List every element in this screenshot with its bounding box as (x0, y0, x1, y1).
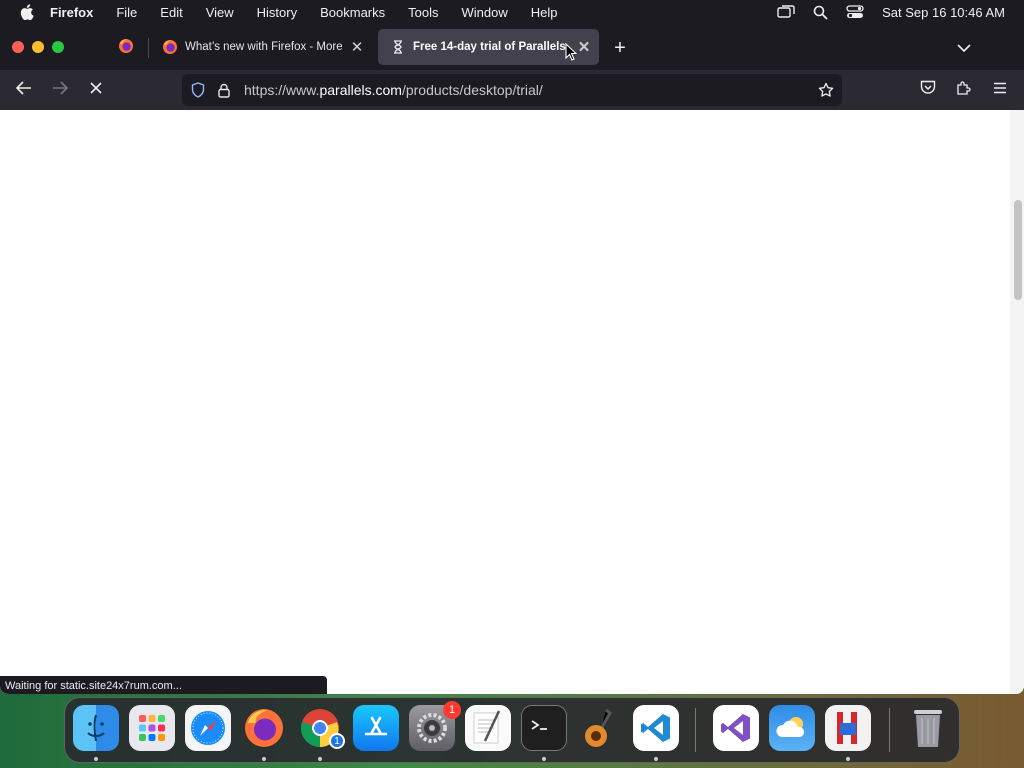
scrollbar-track[interactable] (1010, 110, 1024, 694)
hamburger-menu-icon (993, 81, 1007, 99)
parallels-icon (837, 712, 857, 744)
safari-icon (191, 711, 225, 745)
app-menu-button[interactable] (986, 78, 1014, 102)
dock-item-system-settings[interactable]: 1 (409, 701, 461, 751)
menu-history[interactable]: History (257, 5, 297, 20)
new-tab-button[interactable]: + (608, 36, 632, 60)
web-content-area[interactable] (0, 110, 1024, 694)
puzzle-piece-icon (956, 80, 972, 101)
weather-icon (776, 717, 805, 737)
menu-bar: Firefox File Edit View History Bookmarks… (0, 0, 1024, 24)
url-text[interactable]: https://www.parallels.com/products/deskt… (244, 82, 543, 98)
window-minimize-button[interactable] (32, 41, 44, 53)
terminal-icon (531, 720, 547, 730)
dock-item-terminal[interactable] (521, 705, 567, 751)
menu-bookmarks[interactable]: Bookmarks (320, 5, 385, 20)
close-icon (90, 81, 102, 99)
tab-strip: What’s new with Firefox - More ✕ Free 14… (0, 24, 1024, 70)
url-host: parallels.com (319, 82, 402, 98)
running-indicator (846, 757, 850, 761)
trash-icon (914, 710, 942, 747)
list-all-tabs-button[interactable] (952, 36, 976, 60)
screen-mirroring-icon[interactable] (777, 5, 795, 19)
arrow-right-icon (52, 80, 69, 100)
running-indicator (94, 757, 98, 761)
notification-badge: 1 (443, 701, 461, 719)
extensions-button[interactable] (950, 78, 978, 102)
plus-icon: + (614, 36, 626, 59)
tab-separator (148, 38, 149, 58)
dock-item-vscode[interactable] (633, 705, 679, 751)
menu-window[interactable]: Window (462, 5, 508, 20)
dock-separator (889, 708, 890, 752)
forward-button[interactable] (46, 78, 74, 102)
dock: 1 1 (64, 697, 960, 763)
dock-item-launchpad[interactable] (129, 705, 175, 751)
dock-item-firefox[interactable] (241, 705, 287, 751)
firefox-icon (245, 709, 283, 747)
control-center-icon[interactable] (846, 5, 864, 19)
menu-tools[interactable]: Tools (408, 5, 438, 20)
dock-item-garageband[interactable] (577, 705, 623, 751)
address-bar[interactable]: https://www.parallels.com/products/deskt… (182, 74, 842, 106)
dock-item-chrome[interactable]: 1 (297, 705, 345, 751)
tab-title: Free 14-day trial of Parallels De (413, 41, 569, 53)
visual-studio-icon (721, 714, 750, 742)
menu-app-name[interactable]: Firefox (50, 5, 93, 20)
running-indicator (654, 757, 658, 761)
dock-item-app-store[interactable] (353, 705, 399, 751)
dock-item-finder[interactable] (73, 705, 119, 751)
spotlight-search-icon[interactable] (813, 5, 828, 20)
chevron-down-icon (957, 39, 971, 57)
stop-loading-button[interactable] (82, 78, 110, 102)
close-tab-icon[interactable]: ✕ (346, 36, 368, 58)
app-store-icon (364, 716, 388, 736)
tab-whats-new-firefox[interactable]: What’s new with Firefox - More ✕ (150, 29, 372, 65)
pocket-button[interactable] (914, 78, 942, 102)
dock-item-textedit[interactable] (465, 705, 511, 751)
loading-hourglass-icon (390, 39, 406, 55)
finder-icon (87, 714, 105, 742)
menu-edit[interactable]: Edit (160, 5, 182, 20)
mouse-cursor-icon (565, 43, 577, 61)
lock-icon[interactable] (214, 80, 234, 100)
menu-view[interactable]: View (206, 5, 234, 20)
url-path: /products/desktop/trial/ (401, 82, 543, 98)
menu-help[interactable]: Help (531, 5, 558, 20)
launchpad-icon (139, 715, 165, 741)
running-indicator (262, 757, 266, 761)
firefox-icon (118, 38, 134, 59)
arrow-left-icon (15, 80, 32, 100)
dock-item-weather[interactable] (769, 705, 815, 751)
dock-item-visual-studio[interactable] (713, 705, 759, 751)
menu-file[interactable]: File (116, 5, 137, 20)
url-prefix: https://www. (244, 82, 320, 98)
scrollbar-thumb[interactable] (1014, 200, 1022, 300)
textedit-icon (473, 710, 501, 744)
running-indicator (318, 757, 322, 761)
back-button[interactable] (10, 78, 38, 102)
dock-separator (695, 708, 696, 752)
chrome-profile-badge: 1 (329, 733, 345, 749)
window-zoom-button[interactable] (52, 41, 64, 53)
running-indicator (542, 757, 546, 761)
status-panel: Waiting for static.site24x7rum.com... (0, 676, 327, 694)
bookmark-star-icon[interactable] (816, 80, 836, 100)
vscode-icon (641, 714, 670, 742)
navigation-toolbar: https://www.parallels.com/products/deskt… (0, 70, 1024, 110)
firefox-window: What’s new with Firefox - More ✕ Free 14… (0, 24, 1024, 694)
window-close-button[interactable] (12, 41, 24, 53)
pinned-tab-firefox[interactable] (113, 36, 139, 60)
apple-menu-icon[interactable] (18, 3, 36, 21)
menu-clock[interactable]: Sat Sep 16 10:46 AM (882, 5, 1005, 20)
tab-title: What’s new with Firefox - More (185, 41, 342, 53)
garageband-icon (585, 708, 612, 747)
firefox-icon (162, 39, 178, 55)
dock-item-parallels[interactable] (825, 705, 871, 751)
pocket-icon (920, 80, 936, 100)
status-text: Waiting for static.site24x7rum.com... (5, 680, 182, 692)
dock-item-trash[interactable] (905, 705, 951, 751)
dock-item-safari[interactable] (185, 705, 231, 751)
tracking-protection-shield-icon[interactable] (188, 80, 208, 100)
